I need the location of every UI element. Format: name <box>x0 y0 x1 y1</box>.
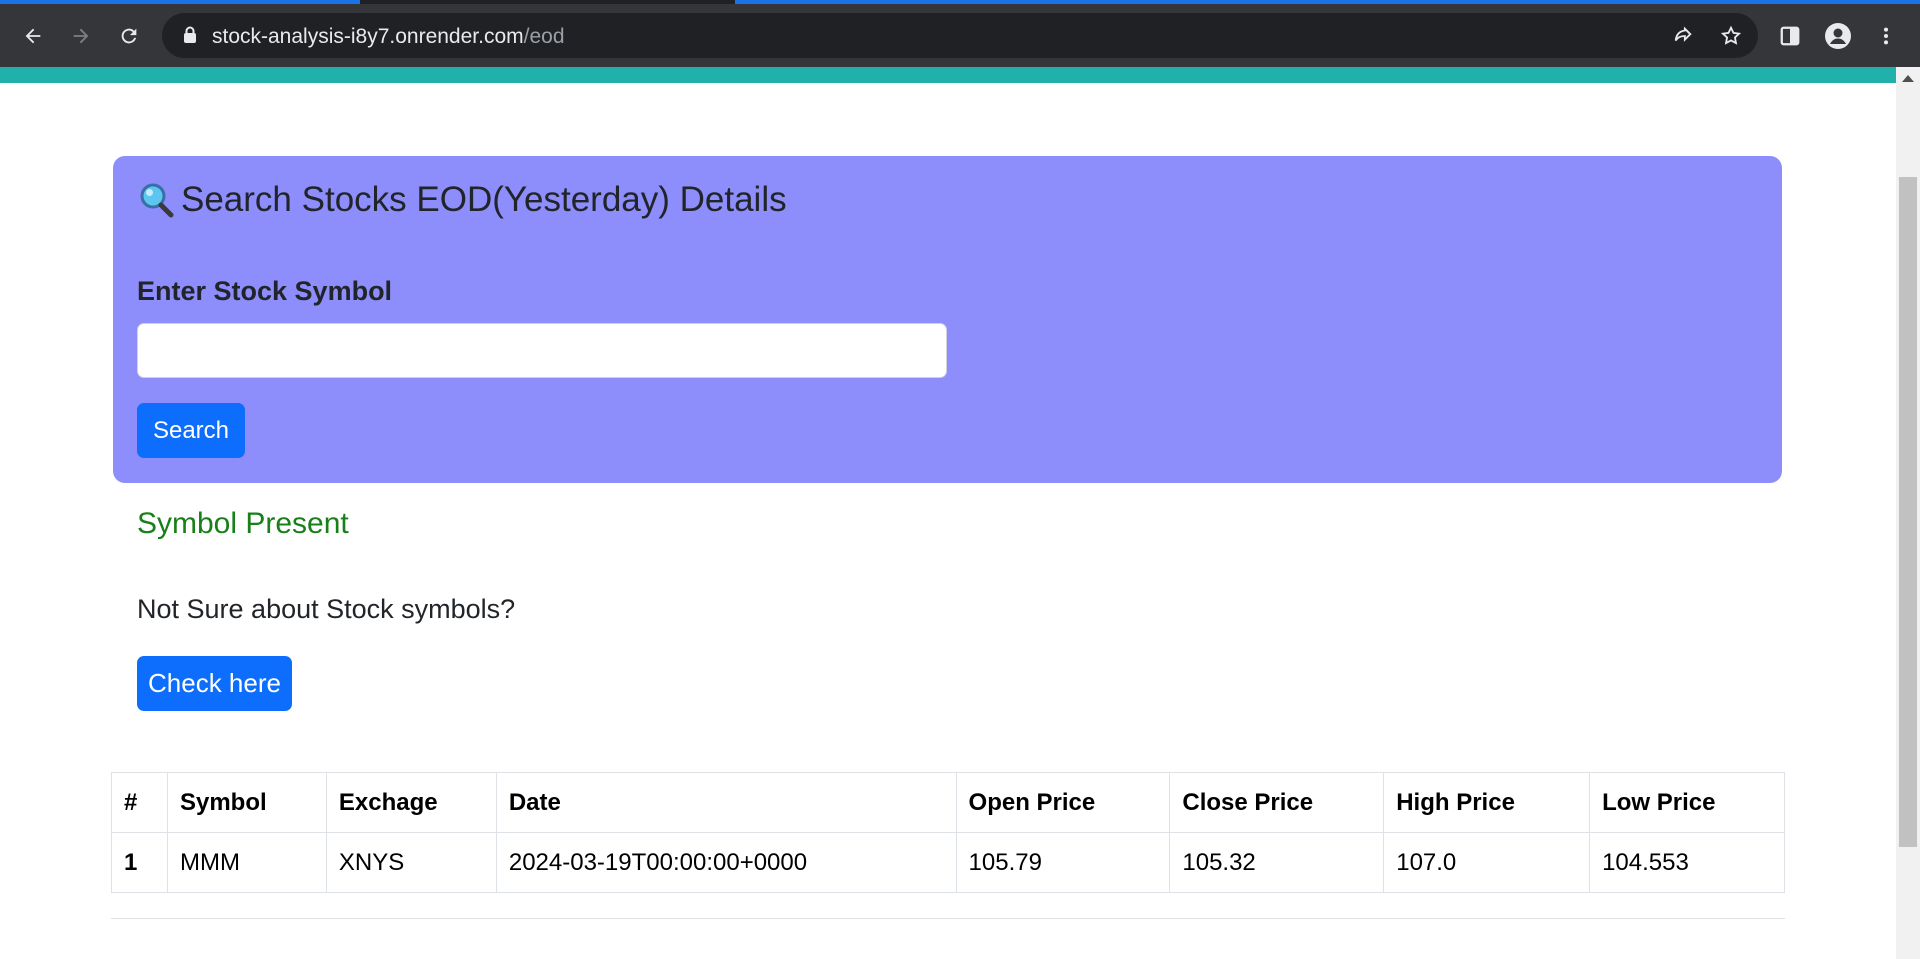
url-text: stock-analysis-i8y7.onrender.com/eod <box>212 25 565 49</box>
cell-close-price: 105.32 <box>1169 832 1385 893</box>
scrollbar-thumb[interactable] <box>1899 177 1917 847</box>
address-bar[interactable]: stock-analysis-i8y7.onrender.com/eod <box>162 13 1758 58</box>
magnifying-glass-icon <box>140 183 174 218</box>
symbol-help-text: Not Sure about Stock symbols? <box>137 594 516 624</box>
divider <box>111 918 1785 919</box>
stock-symbol-label: Enter Stock Symbol <box>137 276 393 306</box>
lock-icon <box>184 26 196 43</box>
check-here-button[interactable]: Check here <box>137 656 292 711</box>
table-row: 1 MMM XNYS 2024-03-19T00:00:00+0000 105.… <box>111 832 1785 893</box>
reload-button[interactable] <box>114 21 144 51</box>
back-arrow-icon <box>25 28 41 44</box>
back-button[interactable] <box>18 21 48 51</box>
site-header-bar <box>0 67 1896 83</box>
page-scrollbar[interactable] <box>1896 67 1920 959</box>
url-path: /eod <box>523 25 565 48</box>
column-header-index: # <box>111 772 168 833</box>
cell-low-price: 104.553 <box>1589 832 1785 893</box>
forward-arrow-icon <box>73 28 89 44</box>
search-button[interactable]: Search <box>137 403 245 458</box>
column-header-low-price: Low Price <box>1589 772 1785 833</box>
cell-exchange: XNYS <box>325 832 497 893</box>
column-header-date: Date <box>495 772 957 833</box>
cell-open-price: 105.79 <box>955 832 1171 893</box>
column-header-open-price: Open Price <box>955 772 1171 833</box>
cell-date: 2024-03-19T00:00:00+0000 <box>495 832 957 893</box>
reload-icon <box>121 28 137 44</box>
search-title-text: Search Stocks EOD(Yesterday) Details <box>181 180 787 219</box>
eod-results-table: # Symbol Exchage Date Open Price Close P… <box>111 772 1785 893</box>
forward-button[interactable] <box>66 21 96 51</box>
menu-kebab-icon[interactable] <box>1872 22 1900 50</box>
cell-index: 1 <box>111 832 168 893</box>
cell-high-price: 107.0 <box>1383 832 1591 893</box>
column-header-high-price: High Price <box>1383 772 1591 833</box>
column-header-close-price: Close Price <box>1169 772 1385 833</box>
search-card-title: Search Stocks EOD(Yesterday) Details <box>137 180 787 220</box>
url-host: stock-analysis-i8y7.onrender.com <box>212 25 524 48</box>
cell-symbol: MMM <box>166 832 327 893</box>
symbol-status-message: Symbol Present <box>137 507 349 540</box>
table-header-row: # Symbol Exchage Date Open Price Close P… <box>111 772 1785 833</box>
profile-avatar-icon[interactable] <box>1824 22 1852 50</box>
bookmark-star-icon[interactable] <box>1718 23 1744 49</box>
share-icon[interactable] <box>1670 23 1696 49</box>
scroll-up-arrow-icon[interactable] <box>1902 75 1914 82</box>
side-panel-icon[interactable] <box>1776 22 1804 50</box>
column-header-symbol: Symbol <box>166 772 327 833</box>
column-header-exchange: Exchage <box>325 772 497 833</box>
browser-toolbar: stock-analysis-i8y7.onrender.com/eod <box>0 4 1920 67</box>
stock-symbol-input[interactable] <box>137 323 947 378</box>
